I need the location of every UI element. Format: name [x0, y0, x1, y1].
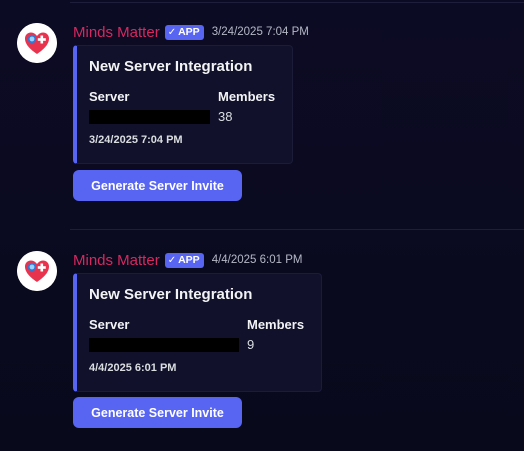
app-badge: ✓ APP [164, 252, 204, 268]
redacted-server-name [89, 338, 239, 352]
field-members-label: Members [247, 317, 305, 332]
field-members-value: 38 [218, 109, 233, 124]
app-badge-label: APP [178, 25, 200, 38]
embed-footer-timestamp: 3/24/2025 7:04 PM [89, 134, 183, 146]
checkmark-icon: ✓ [167, 254, 177, 266]
embed-card: New Server Integration Server Members 9 … [73, 273, 322, 392]
field-server-label: Server [89, 89, 130, 104]
message-timestamp[interactable]: 4/4/2025 6:01 PM [212, 254, 303, 266]
app-badge: ✓ APP [164, 24, 204, 40]
field-server-label: Server [89, 317, 130, 332]
message-timestamp[interactable]: 3/24/2025 7:04 PM [212, 26, 309, 38]
embed-title: New Server Integration [89, 286, 253, 303]
generate-server-invite-button[interactable]: Generate Server Invite [73, 170, 242, 201]
message-divider [70, 2, 524, 3]
checkmark-icon: ✓ [167, 26, 177, 38]
embed-title: New Server Integration [89, 58, 253, 75]
brain-heart-logo-icon [17, 23, 57, 63]
author-name[interactable]: Minds Matter [73, 24, 160, 41]
chat-container: Minds Matter ✓ APP 3/24/2025 7:04 PM New… [0, 0, 524, 451]
redacted-server-name [89, 110, 210, 124]
message-header: Minds Matter ✓ APP 3/24/2025 7:04 PM [73, 23, 309, 41]
brain-heart-logo-icon [17, 251, 57, 291]
message-divider [70, 229, 524, 230]
author-name[interactable]: Minds Matter [73, 252, 160, 269]
generate-server-invite-button[interactable]: Generate Server Invite [73, 397, 242, 428]
message-header: Minds Matter ✓ APP 4/4/2025 6:01 PM [73, 251, 302, 269]
app-badge-label: APP [178, 253, 200, 266]
embed-footer-timestamp: 4/4/2025 6:01 PM [89, 362, 177, 374]
bot-avatar[interactable] [17, 251, 57, 291]
embed-card: New Server Integration Server Members 38… [73, 45, 293, 164]
bot-avatar[interactable] [17, 23, 57, 63]
field-members-value: 9 [247, 337, 255, 352]
field-members-label: Members [218, 89, 276, 104]
